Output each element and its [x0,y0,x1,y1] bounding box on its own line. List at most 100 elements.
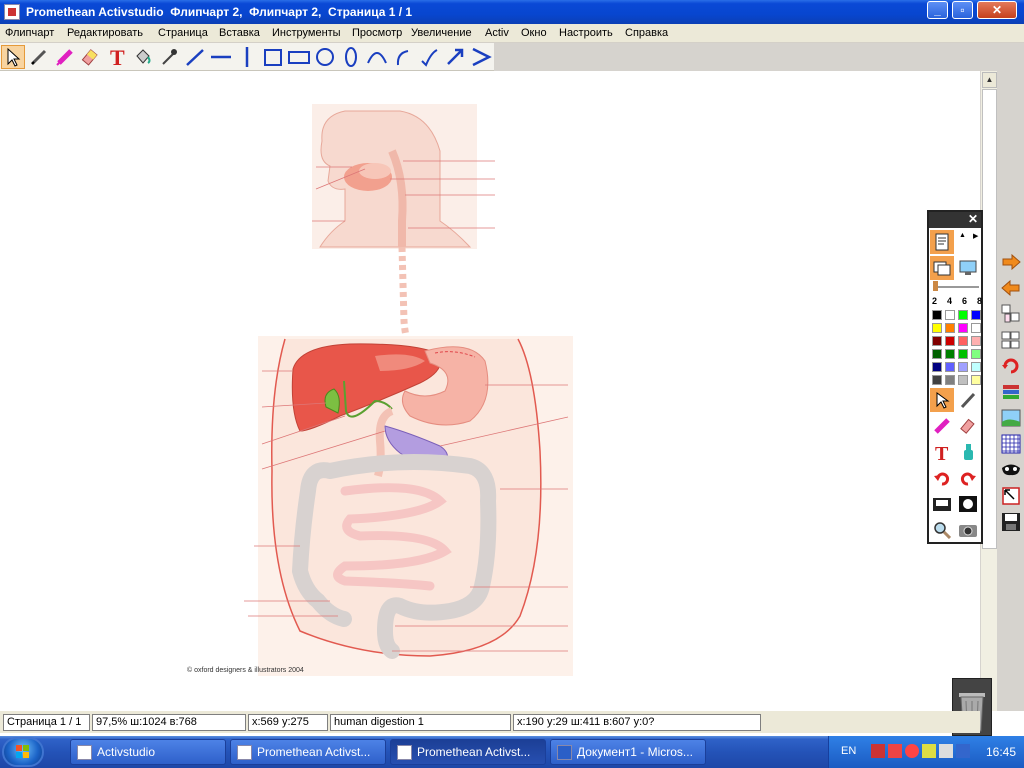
width-slider[interactable] [933,286,979,288]
highlighter-icon[interactable] [53,45,77,69]
camera-area-icon[interactable] [998,483,1023,508]
curve-icon[interactable] [391,45,415,69]
width-4[interactable]: 4 [947,296,952,306]
flipchart-canvas[interactable]: © oxford designers & illustrators 2004 [0,71,980,711]
menu-customize[interactable]: Настроить [559,27,613,39]
chevron-icon[interactable] [469,45,493,69]
line-horizontal-icon[interactable] [209,45,233,69]
menu-page[interactable]: Страница [158,27,208,39]
tray-antivirus-icon[interactable] [888,744,902,758]
color-swatch[interactable] [958,375,968,385]
color-swatch[interactable] [932,310,942,320]
tray-volume-icon[interactable] [939,744,953,758]
panel-scroll-right-icon[interactable]: ▶ [973,232,978,240]
color-swatch[interactable] [958,336,968,346]
color-swatch[interactable] [932,336,942,346]
reset-page-icon[interactable] [998,353,1023,378]
task-promethean-1[interactable]: Promethean Activst... [230,739,386,765]
page-sorter-icon[interactable] [998,301,1023,326]
redo-icon[interactable] [956,466,980,490]
color-swatch[interactable] [945,362,955,372]
desktop-icon[interactable] [956,256,980,280]
color-swatch[interactable] [958,349,968,359]
spotlight-icon[interactable] [956,492,980,516]
maximize-button[interactable]: ▫ [952,1,973,19]
panel-select-icon[interactable] [930,388,954,412]
color-swatch[interactable] [932,323,942,333]
color-swatch[interactable] [932,362,942,372]
color-swatch[interactable] [945,323,955,333]
flipchart-mode-icon[interactable] [930,230,954,254]
desktop-image-icon[interactable] [998,405,1023,430]
resource-library-icon[interactable] [998,379,1023,404]
width-8[interactable]: 8 [977,296,982,306]
tray-update-icon[interactable] [922,744,936,758]
menu-zoom[interactable]: Увеличение [411,27,472,39]
color-swatch[interactable] [971,323,981,333]
color-swatch[interactable] [945,336,955,346]
reveal-tool-icon[interactable] [998,457,1023,482]
width-6[interactable]: 6 [962,296,967,306]
clear-icon[interactable] [930,492,954,516]
menu-activ[interactable]: Activ [485,27,509,39]
language-indicator[interactable]: EN [841,745,856,757]
fill-icon[interactable] [131,45,155,69]
color-swatch[interactable] [958,323,968,333]
tray-target-icon[interactable] [905,744,919,758]
panel-fill-icon[interactable] [956,440,980,464]
color-swatch[interactable] [932,375,942,385]
eraser-icon[interactable] [79,45,103,69]
menu-flipchart[interactable]: Флипчарт [5,27,54,39]
rectangle-wide-icon[interactable] [287,45,311,69]
color-swatch[interactable] [971,362,981,372]
color-swatch[interactable] [945,375,955,385]
grid-icon[interactable] [998,431,1023,456]
arrow-icon[interactable] [443,45,467,69]
panel-text-icon[interactable]: T [930,440,954,464]
color-swatch[interactable] [971,349,981,359]
desktop-annotate-icon[interactable] [930,256,954,280]
duplicate-page-icon[interactable] [998,327,1023,352]
panel-pen-icon[interactable] [956,388,980,412]
menu-tools[interactable]: Инструменты [272,27,341,39]
color-swatch[interactable] [945,310,955,320]
task-activstudio[interactable]: Activstudio [70,739,226,765]
dropper-icon[interactable] [157,45,181,69]
color-swatch[interactable] [971,375,981,385]
color-swatch[interactable] [945,349,955,359]
circle-icon[interactable] [313,45,337,69]
save-icon[interactable] [998,509,1023,534]
previous-page-icon[interactable] [998,275,1023,300]
scroll-up-icon[interactable]: ▲ [982,72,997,88]
width-slider-thumb[interactable] [933,281,938,291]
line-vertical-icon[interactable] [235,45,259,69]
color-swatch[interactable] [958,362,968,372]
line-thin-icon[interactable] [183,45,207,69]
menu-view[interactable]: Просмотр [352,27,402,39]
color-swatch[interactable] [958,310,968,320]
arc-icon[interactable] [365,45,389,69]
menu-edit[interactable]: Редактировать [67,27,143,39]
color-swatch[interactable] [971,310,981,320]
text-icon[interactable]: T [105,45,129,69]
task-word-document[interactable]: Документ1 - Micros... [550,739,706,765]
tray-network-icon[interactable] [871,744,885,758]
check-curve-icon[interactable] [417,45,441,69]
start-button[interactable] [2,737,44,767]
magnifier-icon[interactable] [930,518,954,542]
next-page-icon[interactable] [998,249,1023,274]
scroll-thumb[interactable] [982,89,997,549]
width-2[interactable]: 2 [932,296,937,306]
pen-icon[interactable] [27,45,51,69]
ellipse-icon[interactable] [339,45,363,69]
panel-highlighter-icon[interactable] [930,414,954,438]
color-swatch[interactable] [932,349,942,359]
close-button[interactable]: ✕ [977,1,1017,19]
tray-activ-icon[interactable] [956,744,970,758]
panel-scroll-up-icon[interactable]: ▲ [959,232,966,239]
camera-icon[interactable] [956,518,980,542]
select-arrow-icon[interactable] [1,45,25,69]
task-promethean-2[interactable]: Promethean Activst... [390,739,546,765]
color-swatch[interactable] [971,336,981,346]
undo-icon[interactable] [930,466,954,490]
